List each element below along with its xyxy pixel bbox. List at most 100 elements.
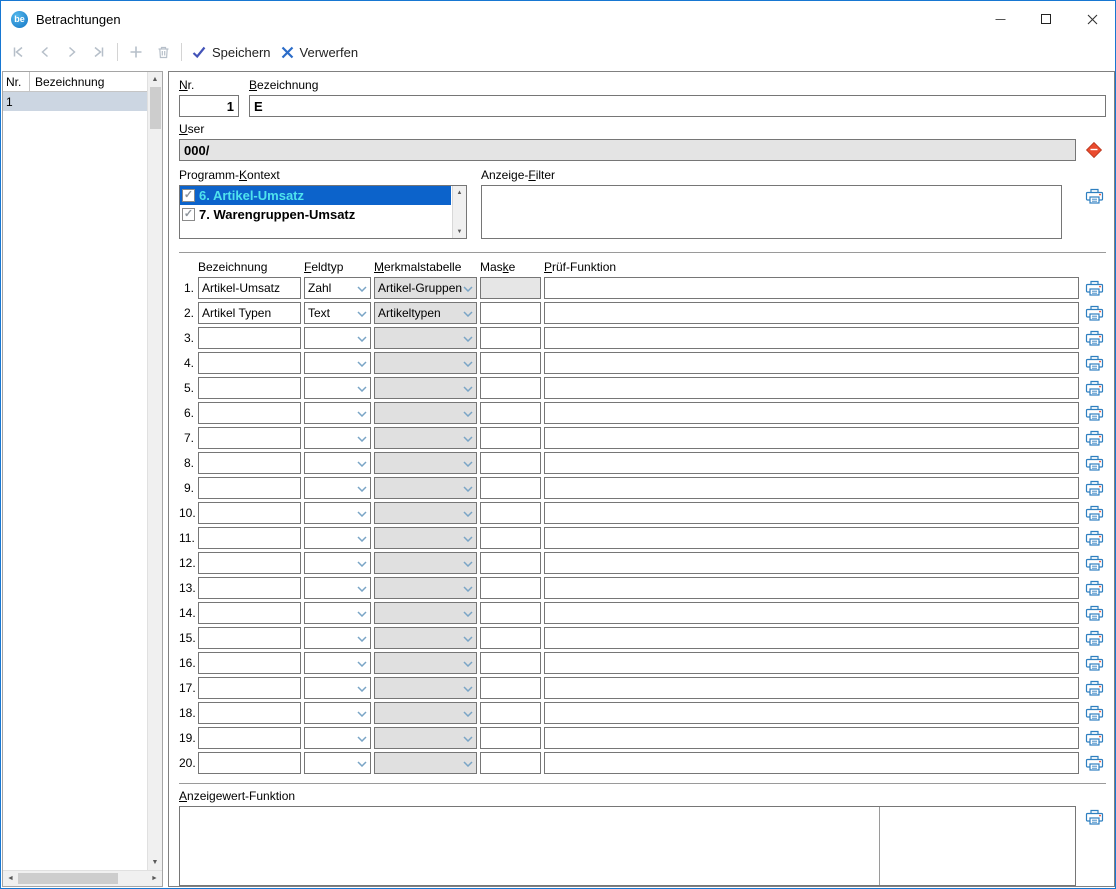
feldtyp-select[interactable] <box>304 452 371 474</box>
merkmalstabelle-select[interactable] <box>374 577 477 599</box>
anzeigewert-funktion-input[interactable] <box>180 807 879 885</box>
pruef-funktion-input[interactable] <box>544 352 1079 374</box>
row-editor-button[interactable] <box>1082 327 1106 349</box>
pruef-funktion-input[interactable] <box>544 327 1079 349</box>
bezeichnung-input[interactable] <box>249 95 1106 117</box>
row-editor-button[interactable] <box>1082 727 1106 749</box>
anzeigewert-editor-button[interactable] <box>1082 806 1106 828</box>
bezeichnung-cell-input[interactable] <box>198 602 301 624</box>
maske-input[interactable] <box>480 577 541 599</box>
pruef-funktion-input[interactable] <box>544 552 1079 574</box>
maske-input[interactable] <box>480 402 541 424</box>
next-record-button[interactable] <box>63 43 81 61</box>
merkmalstabelle-select[interactable] <box>374 502 477 524</box>
row-editor-button[interactable] <box>1082 752 1106 774</box>
scroll-thumb[interactable] <box>18 873 118 884</box>
maske-input[interactable] <box>480 702 541 724</box>
scroll-down-icon[interactable]: ▼ <box>453 225 466 238</box>
checkbox-icon[interactable] <box>182 189 195 202</box>
bezeichnung-cell-input[interactable] <box>198 377 301 399</box>
feldtyp-select[interactable] <box>304 752 371 774</box>
pruef-funktion-input[interactable] <box>544 652 1079 674</box>
feldtyp-select[interactable] <box>304 677 371 699</box>
maske-input[interactable] <box>480 477 541 499</box>
maske-input[interactable] <box>480 302 541 324</box>
feldtyp-select[interactable] <box>304 502 371 524</box>
row-editor-button[interactable] <box>1082 302 1106 324</box>
bezeichnung-cell-input[interactable] <box>198 502 301 524</box>
scroll-left-icon[interactable]: ◄ <box>3 871 18 886</box>
scroll-up-icon[interactable]: ▲ <box>148 72 162 87</box>
pruef-funktion-input[interactable] <box>544 727 1079 749</box>
user-input[interactable] <box>179 139 1076 161</box>
checkbox-icon[interactable] <box>182 208 195 221</box>
merkmalstabelle-select[interactable] <box>374 652 477 674</box>
pruef-funktion-input[interactable] <box>544 677 1079 699</box>
merkmalstabelle-select[interactable] <box>374 727 477 749</box>
last-record-button[interactable] <box>90 43 108 61</box>
bezeichnung-cell-input[interactable] <box>198 302 301 324</box>
maske-input[interactable] <box>480 602 541 624</box>
merkmalstabelle-select[interactable] <box>374 377 477 399</box>
merkmalstabelle-select[interactable]: Artikel-Gruppen <box>374 277 477 299</box>
bezeichnung-cell-input[interactable] <box>198 527 301 549</box>
row-editor-button[interactable] <box>1082 427 1106 449</box>
maske-input[interactable] <box>480 327 541 349</box>
pruef-funktion-input[interactable] <box>544 627 1079 649</box>
pruef-funktion-input[interactable] <box>544 527 1079 549</box>
merkmalstabelle-select[interactable] <box>374 452 477 474</box>
record-list-row[interactable]: 1 <box>3 92 147 111</box>
maske-input[interactable] <box>480 552 541 574</box>
merkmalstabelle-select[interactable] <box>374 327 477 349</box>
feldtyp-select[interactable] <box>304 627 371 649</box>
bezeichnung-cell-input[interactable] <box>198 552 301 574</box>
bezeichnung-cell-input[interactable] <box>198 677 301 699</box>
row-editor-button[interactable] <box>1082 277 1106 299</box>
row-editor-button[interactable] <box>1082 602 1106 624</box>
minimize-button[interactable] <box>977 1 1023 37</box>
feldtyp-select[interactable]: Text <box>304 302 371 324</box>
delete-record-button[interactable] <box>154 43 172 61</box>
maske-input[interactable] <box>480 452 541 474</box>
merkmalstabelle-select[interactable] <box>374 427 477 449</box>
bezeichnung-cell-input[interactable] <box>198 477 301 499</box>
feldtyp-select[interactable] <box>304 477 371 499</box>
pruef-funktion-input[interactable] <box>544 427 1079 449</box>
anzeige-filter-editor-button[interactable] <box>1082 185 1106 207</box>
maske-input[interactable] <box>480 352 541 374</box>
pruef-funktion-input[interactable] <box>544 402 1079 424</box>
discard-button[interactable]: Verwerfen <box>280 45 359 60</box>
feldtyp-select[interactable] <box>304 527 371 549</box>
first-record-button[interactable] <box>9 43 27 61</box>
maske-input[interactable] <box>480 427 541 449</box>
row-editor-button[interactable] <box>1082 627 1106 649</box>
scroll-up-icon[interactable]: ▲ <box>453 186 466 199</box>
row-editor-button[interactable] <box>1082 352 1106 374</box>
merkmalstabelle-select[interactable] <box>374 352 477 374</box>
record-list-hscrollbar[interactable]: ◄ ► <box>3 870 162 886</box>
bezeichnung-cell-input[interactable] <box>198 352 301 374</box>
pruef-funktion-input[interactable] <box>544 702 1079 724</box>
anzeige-filter-input[interactable] <box>481 185 1062 239</box>
feldtyp-select[interactable] <box>304 602 371 624</box>
row-editor-button[interactable] <box>1082 402 1106 424</box>
nr-input[interactable] <box>179 95 239 117</box>
merkmalstabelle-select[interactable] <box>374 527 477 549</box>
feldtyp-select[interactable] <box>304 327 371 349</box>
pruef-funktion-input[interactable] <box>544 377 1079 399</box>
merkmalstabelle-select[interactable]: Artikeltypen <box>374 302 477 324</box>
feldtyp-select[interactable] <box>304 552 371 574</box>
maske-input[interactable] <box>480 677 541 699</box>
maske-input[interactable] <box>480 527 541 549</box>
bezeichnung-cell-input[interactable] <box>198 327 301 349</box>
pruef-funktion-input[interactable] <box>544 302 1079 324</box>
row-editor-button[interactable] <box>1082 552 1106 574</box>
bezeichnung-cell-input[interactable] <box>198 727 301 749</box>
maske-input[interactable] <box>480 752 541 774</box>
scroll-thumb[interactable] <box>150 87 161 129</box>
feldtyp-select[interactable] <box>304 577 371 599</box>
close-button[interactable] <box>1069 1 1115 37</box>
feldtyp-select[interactable] <box>304 652 371 674</box>
kontext-item[interactable]: 7. Warengruppen-Umsatz <box>180 205 451 224</box>
maske-input[interactable] <box>480 502 541 524</box>
